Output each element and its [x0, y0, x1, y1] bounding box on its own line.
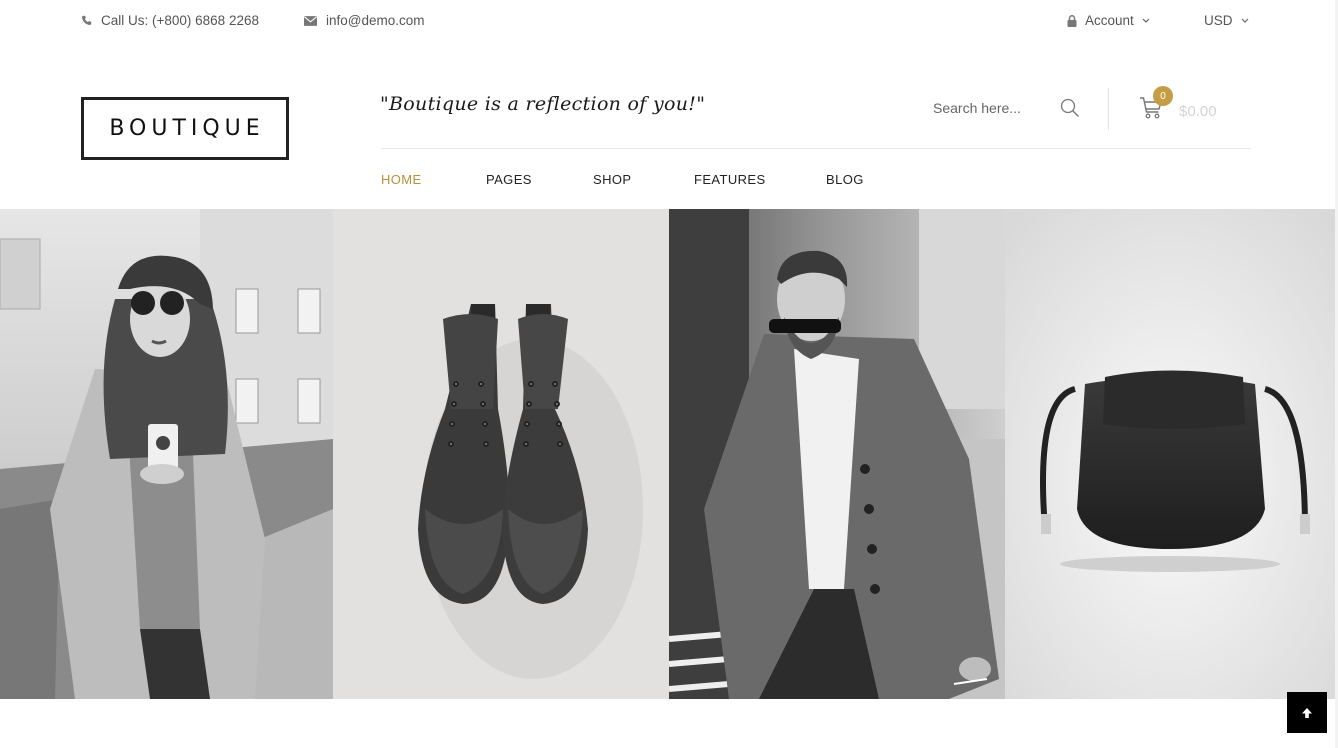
hero-gallery — [0, 209, 1338, 699]
email-text: info@demo.com — [326, 13, 425, 28]
phone-text: Call Us: (+800) 6868 2268 — [101, 13, 259, 28]
main-nav: HOME PAGES SHOP FEATURES BLOG — [381, 172, 864, 187]
search-input[interactable] — [933, 97, 1053, 119]
phone-icon — [82, 15, 92, 25]
header-rule — [381, 148, 1251, 149]
nav-pages[interactable]: PAGES — [486, 172, 593, 187]
cart-count-badge: 0 — [1153, 86, 1173, 106]
contact-email[interactable]: info@demo.com — [304, 13, 425, 28]
nav-shop[interactable]: SHOP — [593, 172, 694, 187]
header-divider — [1108, 88, 1109, 130]
search-button[interactable] — [1060, 98, 1080, 123]
gallery-image-man[interactable] — [669, 209, 1005, 699]
top-bar: Call Us: (+800) 6868 2268 info@demo.com … — [0, 0, 1338, 44]
cart-total: $0.00 — [1179, 103, 1217, 120]
arrow-up-icon — [1302, 707, 1312, 718]
search-icon — [1060, 98, 1079, 117]
account-dropdown[interactable]: Account — [1067, 13, 1150, 28]
search-box — [933, 97, 1083, 119]
lock-icon — [1067, 14, 1077, 27]
site-tagline: "Boutique is a reflection of you!" — [380, 93, 706, 115]
site-logo[interactable]: BOUTIQUE — [81, 97, 289, 160]
back-to-top-button[interactable] — [1287, 692, 1327, 733]
chevron-down-icon — [1142, 18, 1150, 23]
currency-dropdown[interactable]: USD — [1204, 13, 1249, 28]
contact-phone[interactable]: Call Us: (+800) 6868 2268 — [81, 13, 259, 28]
account-label: Account — [1085, 13, 1134, 28]
gallery-image-shoes[interactable] — [333, 209, 669, 699]
currency-label: USD — [1204, 13, 1233, 28]
cart-button[interactable]: 0 $0.00 — [1139, 86, 1239, 128]
nav-features[interactable]: FEATURES — [694, 172, 826, 187]
envelope-icon — [304, 15, 317, 26]
nav-blog[interactable]: BLOG — [826, 172, 864, 187]
chevron-down-icon — [1241, 18, 1248, 23]
nav-home[interactable]: HOME — [381, 172, 486, 187]
gallery-image-bag[interactable] — [1005, 209, 1338, 699]
gallery-image-woman[interactable] — [0, 209, 333, 699]
